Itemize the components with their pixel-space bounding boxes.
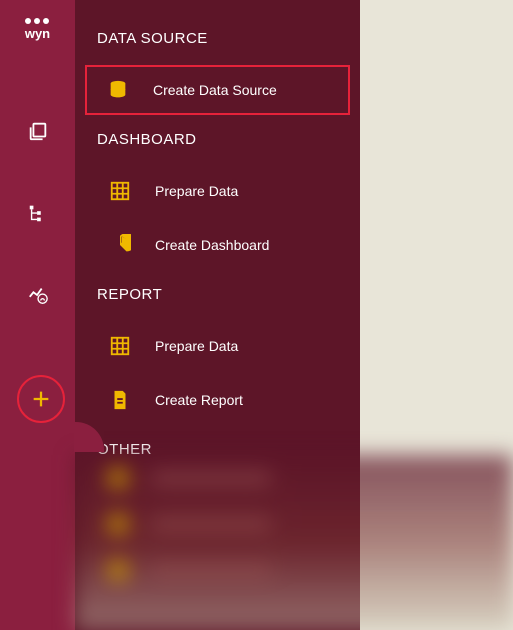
database-icon <box>107 79 129 101</box>
documents-icon <box>27 120 49 142</box>
menu-item-label: Prepare Data <box>155 183 238 199</box>
menu-item-label: Create Report <box>155 392 243 408</box>
menu-item-report-prepare-data[interactable]: Prepare Data <box>87 321 348 371</box>
menu-item-create-dashboard[interactable]: Create Dashboard <box>87 220 348 270</box>
menu-item-label: Prepare Data <box>155 338 238 354</box>
grid-icon <box>109 335 131 357</box>
logo: wyn <box>25 18 50 41</box>
section-header-dashboard: DASHBOARD <box>75 119 360 162</box>
menu-item-dashboard-prepare-data[interactable]: Prepare Data <box>87 166 348 216</box>
rail-item-documents[interactable] <box>0 96 75 166</box>
menu-item-label: Create Data Source <box>153 82 277 98</box>
section-header-report: REPORT <box>75 274 360 317</box>
menu-item-label: Create Dashboard <box>155 237 269 253</box>
section-header-data-source: DATA SOURCE <box>75 18 360 61</box>
tree-icon <box>27 202 49 224</box>
grid-icon <box>109 180 131 202</box>
blurred-region <box>75 455 513 630</box>
logo-text: wyn <box>25 26 50 41</box>
rail-item-chart-alert[interactable] <box>0 260 75 330</box>
rail-item-tree[interactable] <box>0 178 75 248</box>
menu-item-create-data-source[interactable]: Create Data Source <box>85 65 350 115</box>
pie-chart-icon <box>109 234 131 256</box>
menu-item-create-report[interactable]: Create Report <box>87 375 348 425</box>
chart-alert-icon <box>27 284 49 306</box>
add-button[interactable] <box>17 375 65 423</box>
nav-rail: wyn <box>0 0 75 630</box>
document-icon <box>109 389 131 411</box>
